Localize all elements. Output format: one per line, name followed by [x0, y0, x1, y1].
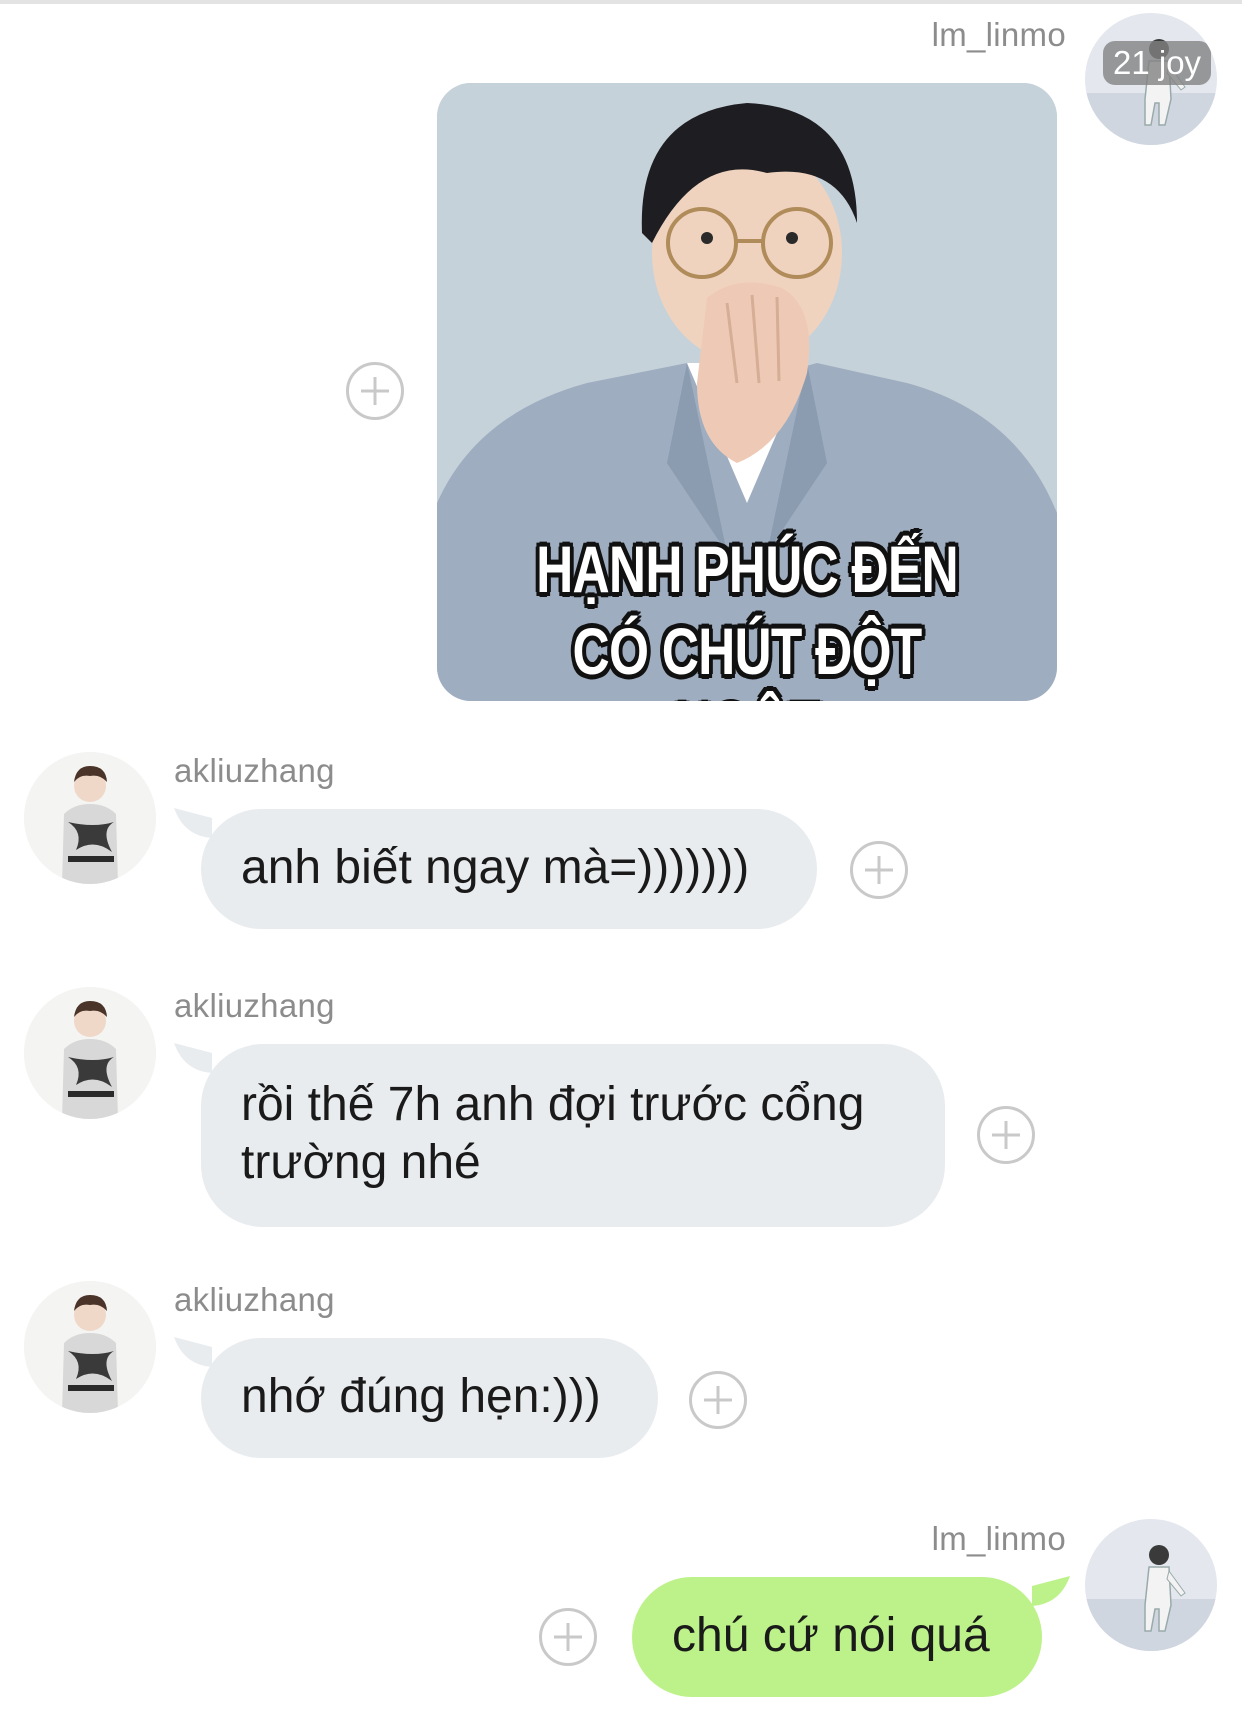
message-bubble[interactable]: chú cứ nói quá [632, 1577, 1042, 1697]
message-bubble[interactable]: anh biết ngay mà=))))))) [201, 809, 817, 929]
add-reaction-button[interactable] [346, 362, 404, 420]
avatar-photo [24, 1281, 156, 1413]
sender-username: lm_linmo [931, 16, 1066, 53]
message-bubble[interactable]: nhớ đúng hẹn:))) [201, 1338, 658, 1458]
add-reaction-button[interactable] [539, 1608, 597, 1666]
avatar[interactable] [24, 752, 156, 884]
sender-username: akliuzhang [174, 752, 335, 789]
sticker-caption-line1: HẠNH PHÚC ĐẾN [536, 532, 959, 606]
avatar[interactable] [1085, 1519, 1217, 1651]
sticker-illustration [437, 83, 1057, 701]
avatar-photo [1085, 1519, 1217, 1651]
avatar-badge: 21 joy [1103, 41, 1212, 85]
avatar[interactable] [24, 1281, 156, 1413]
sender-username: akliuzhang [174, 987, 335, 1024]
message-text: nhớ đúng hẹn:))) [241, 1370, 601, 1423]
avatar-photo [24, 752, 156, 884]
avatar[interactable]: 21 joy [1085, 13, 1217, 145]
sticker-image[interactable]: HẠNH PHÚC ĐẾN CÓ CHÚT ĐỘT NGỘT [437, 83, 1057, 701]
add-reaction-button[interactable] [689, 1371, 747, 1429]
add-reaction-button[interactable] [850, 841, 908, 899]
sticker-caption-line2: CÓ CHÚT ĐỘT NGỘT [572, 614, 923, 701]
sender-username: lm_linmo [931, 1520, 1066, 1557]
message-text-line2: trường nhé [241, 1136, 481, 1189]
avatar-photo [24, 987, 156, 1119]
top-divider [0, 0, 1242, 4]
message-bubble[interactable]: rồi thế 7h anh đợi trước cổng trường nhé [201, 1044, 945, 1227]
add-reaction-button[interactable] [977, 1106, 1035, 1164]
bubble-tail [1032, 1576, 1070, 1606]
message-text: anh biết ngay mà=))))))) [241, 841, 750, 894]
sender-username: akliuzhang [174, 1281, 335, 1318]
message-text: chú cứ nói quá [672, 1609, 990, 1662]
avatar[interactable] [24, 987, 156, 1119]
message-text-line1: rồi thế 7h anh đợi trước cổng [241, 1078, 865, 1131]
